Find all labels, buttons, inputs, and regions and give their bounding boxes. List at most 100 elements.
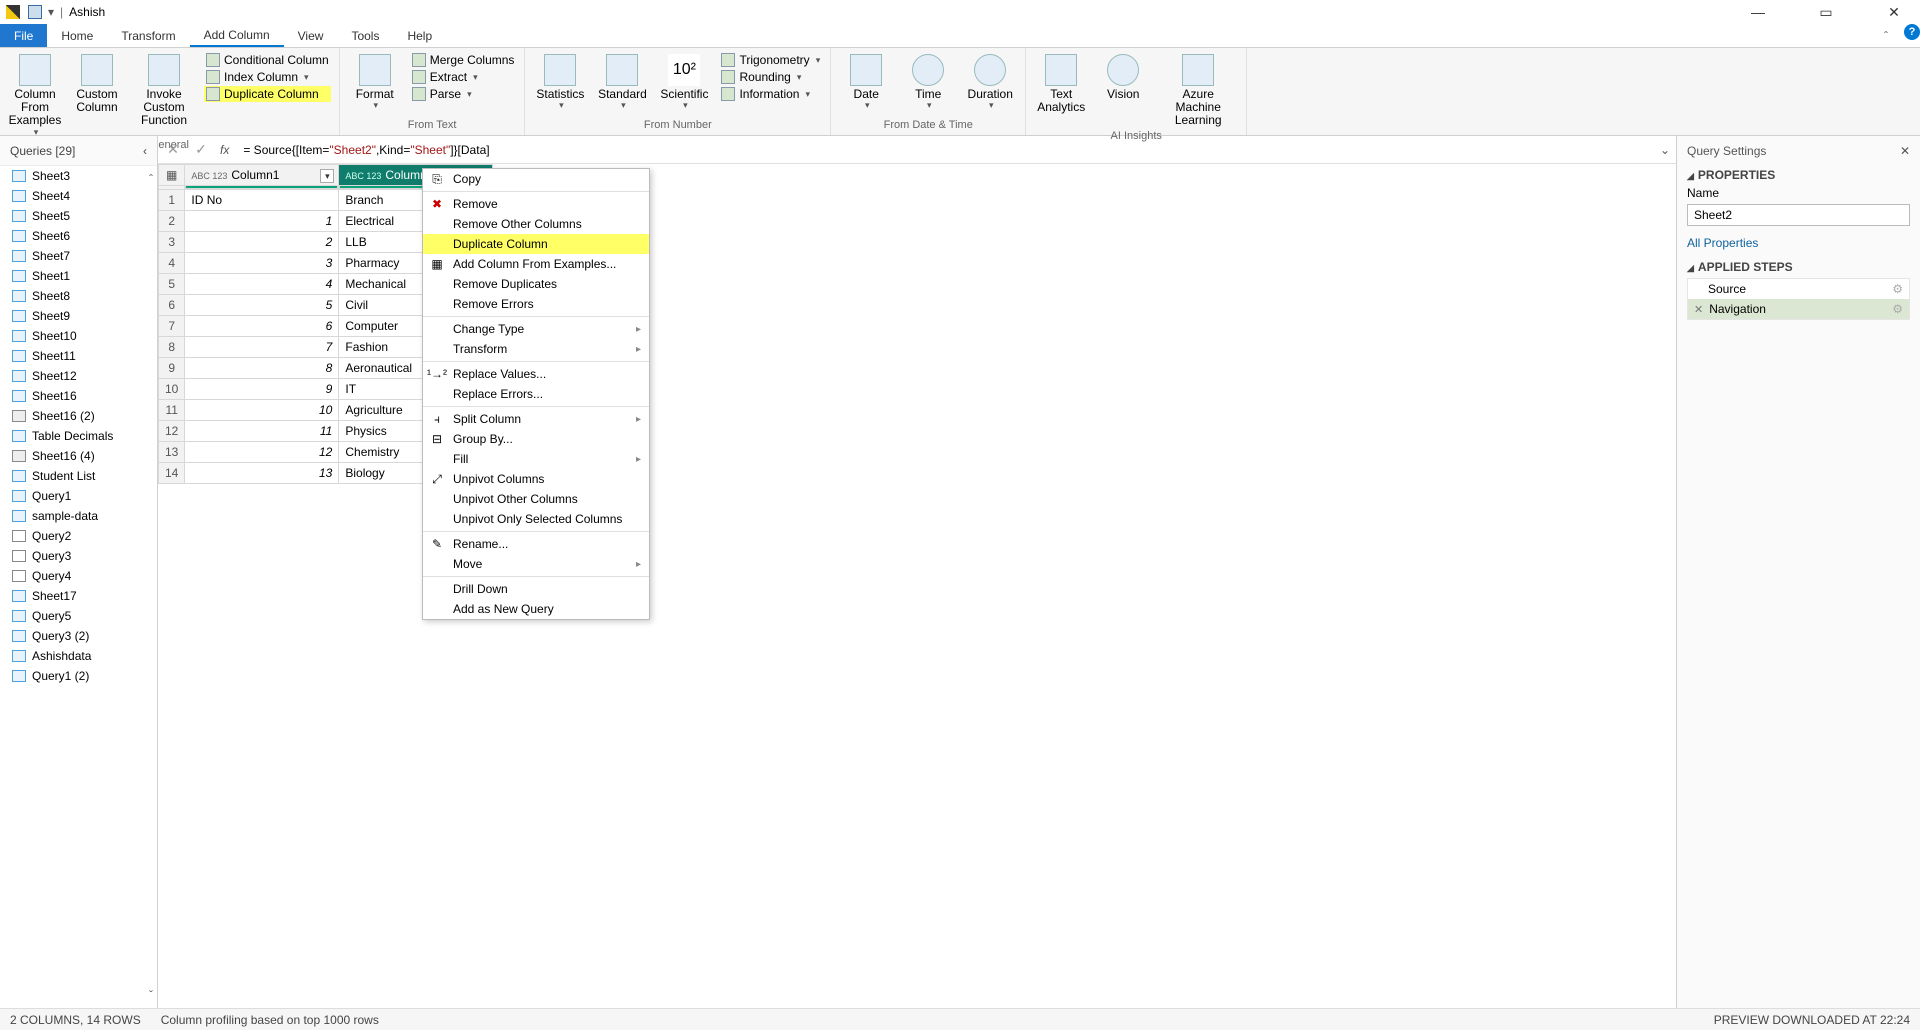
- cell-column1[interactable]: 10: [185, 400, 339, 421]
- ctx-unpivot[interactable]: ⤢Unpivot Columns: [423, 469, 649, 489]
- ctx-unpivot-other[interactable]: Unpivot Other Columns: [423, 489, 649, 509]
- ctx-duplicate-column[interactable]: Duplicate Column: [423, 234, 649, 254]
- query-item[interactable]: Sheet12: [0, 366, 157, 386]
- ctx-unpivot-selected[interactable]: Unpivot Only Selected Columns: [423, 509, 649, 529]
- date-button[interactable]: Date▾: [839, 52, 893, 111]
- cell-column1[interactable]: 11: [185, 421, 339, 442]
- minimize-button[interactable]: —: [1738, 4, 1778, 20]
- row-number[interactable]: 1: [159, 190, 185, 211]
- dropdown-icon[interactable]: ▾: [48, 5, 54, 19]
- query-item[interactable]: Sheet10: [0, 326, 157, 346]
- fx-icon[interactable]: fx: [220, 143, 229, 157]
- row-number[interactable]: 9: [159, 358, 185, 379]
- ctx-remove-errors[interactable]: Remove Errors: [423, 294, 649, 314]
- collapse-queries-icon[interactable]: ‹: [143, 144, 147, 158]
- properties-section[interactable]: ◢PROPERTIES: [1687, 168, 1910, 182]
- step-source[interactable]: Source⚙: [1688, 279, 1909, 299]
- query-item[interactable]: Sheet6: [0, 226, 157, 246]
- duplicate-column-button[interactable]: Duplicate Column: [204, 86, 331, 102]
- query-item[interactable]: Sheet1: [0, 266, 157, 286]
- column-header-column1[interactable]: ABC 123Column1 ▾: [185, 165, 339, 186]
- query-item[interactable]: Sheet7: [0, 246, 157, 266]
- query-item[interactable]: Sheet16 (4): [0, 446, 157, 466]
- cancel-formula-icon[interactable]: ✕: [164, 141, 182, 158]
- merge-columns-button[interactable]: Merge Columns: [410, 52, 517, 68]
- ctx-drill-down[interactable]: Drill Down: [423, 579, 649, 599]
- cell-column1[interactable]: 5: [185, 295, 339, 316]
- query-item[interactable]: Query5: [0, 606, 157, 626]
- ctx-remove-other[interactable]: Remove Other Columns: [423, 214, 649, 234]
- query-item[interactable]: Query1 (2): [0, 666, 157, 686]
- query-item[interactable]: Sheet5: [0, 206, 157, 226]
- parse-button[interactable]: Parse▾: [410, 86, 517, 102]
- cell-column1[interactable]: 12: [185, 442, 339, 463]
- query-name-input[interactable]: [1687, 204, 1910, 226]
- standard-button[interactable]: Standard▾: [595, 52, 649, 111]
- cell-column1[interactable]: 4: [185, 274, 339, 295]
- column1-filter-icon[interactable]: ▾: [320, 169, 334, 183]
- ctx-transform[interactable]: Transform▸: [423, 339, 649, 359]
- ctx-replace-values[interactable]: ¹→²Replace Values...: [423, 364, 649, 384]
- trigonometry-button[interactable]: Trigonometry▾: [719, 52, 822, 68]
- query-item[interactable]: Sheet3: [0, 166, 157, 186]
- cell-column1[interactable]: ID No: [185, 190, 339, 211]
- ctx-change-type[interactable]: Change Type▸: [423, 319, 649, 339]
- query-item[interactable]: Query1: [0, 486, 157, 506]
- information-button[interactable]: Information▾: [719, 86, 822, 102]
- time-button[interactable]: Time▾: [901, 52, 955, 111]
- gear-icon[interactable]: ⚙: [1892, 302, 1903, 316]
- query-item[interactable]: Table Decimals: [0, 426, 157, 446]
- query-item[interactable]: Sheet8: [0, 286, 157, 306]
- ctx-replace-errors[interactable]: Replace Errors...: [423, 384, 649, 404]
- row-number[interactable]: 3: [159, 232, 185, 253]
- ctx-rename[interactable]: ✎Rename...: [423, 534, 649, 554]
- scroll-down-icon[interactable]: ˇ: [149, 988, 153, 1002]
- delete-step-icon[interactable]: ✕: [1694, 304, 1703, 316]
- statistics-button[interactable]: Statistics▾: [533, 52, 587, 111]
- ctx-group-by[interactable]: ⊟Group By...: [423, 429, 649, 449]
- help-icon[interactable]: ?: [1904, 24, 1920, 40]
- text-analytics-button[interactable]: Text Analytics: [1034, 52, 1088, 114]
- conditional-column-button[interactable]: Conditional Column: [204, 52, 331, 68]
- row-number[interactable]: 13: [159, 442, 185, 463]
- close-query-settings-icon[interactable]: ✕: [1900, 144, 1910, 158]
- tab-view[interactable]: View: [284, 24, 338, 47]
- applied-steps-section[interactable]: ◢APPLIED STEPS: [1687, 260, 1910, 274]
- ctx-copy[interactable]: ⎘Copy: [423, 169, 649, 189]
- tab-add-column[interactable]: Add Column: [190, 24, 284, 47]
- tab-transform[interactable]: Transform: [107, 24, 189, 47]
- tab-file[interactable]: File: [0, 24, 47, 47]
- ctx-add-from-examples[interactable]: ▦Add Column From Examples...: [423, 254, 649, 274]
- invoke-custom-function-button[interactable]: Invoke Custom Function: [132, 52, 196, 128]
- close-button[interactable]: ✕: [1874, 4, 1914, 21]
- corner-cell[interactable]: ▦: [159, 165, 185, 186]
- query-item[interactable]: Student List: [0, 466, 157, 486]
- cell-column1[interactable]: 13: [185, 463, 339, 484]
- custom-column-button[interactable]: Custom Column: [70, 52, 124, 114]
- query-item[interactable]: Sheet9: [0, 306, 157, 326]
- ctx-remove[interactable]: ✖Remove: [423, 194, 649, 214]
- query-item[interactable]: Sheet4: [0, 186, 157, 206]
- formula-input[interactable]: = Source{[Item="Sheet2",Kind="Sheet"]}[D…: [239, 141, 1650, 159]
- scientific-button[interactable]: 10²Scientific▾: [657, 52, 711, 111]
- all-properties-link[interactable]: All Properties: [1687, 236, 1910, 250]
- row-number[interactable]: 10: [159, 379, 185, 400]
- ctx-remove-duplicates[interactable]: Remove Duplicates: [423, 274, 649, 294]
- accept-formula-icon[interactable]: ✓: [192, 141, 210, 158]
- vision-button[interactable]: Vision: [1096, 52, 1150, 101]
- ctx-move[interactable]: Move▸: [423, 554, 649, 574]
- row-number[interactable]: 5: [159, 274, 185, 295]
- ctx-add-as-new-query[interactable]: Add as New Query: [423, 599, 649, 619]
- index-column-button[interactable]: Index Column▾: [204, 69, 331, 85]
- row-number[interactable]: 4: [159, 253, 185, 274]
- tab-tools[interactable]: Tools: [337, 24, 393, 47]
- cell-column1[interactable]: 1: [185, 211, 339, 232]
- query-item[interactable]: Ashishdata: [0, 646, 157, 666]
- cell-column1[interactable]: 7: [185, 337, 339, 358]
- collapse-ribbon-button[interactable]: ˆ: [1872, 24, 1900, 47]
- tab-help[interactable]: Help: [393, 24, 446, 47]
- gear-icon[interactable]: ⚙: [1892, 282, 1903, 296]
- save-icon[interactable]: [28, 5, 42, 19]
- row-number[interactable]: 6: [159, 295, 185, 316]
- query-item[interactable]: Sheet11: [0, 346, 157, 366]
